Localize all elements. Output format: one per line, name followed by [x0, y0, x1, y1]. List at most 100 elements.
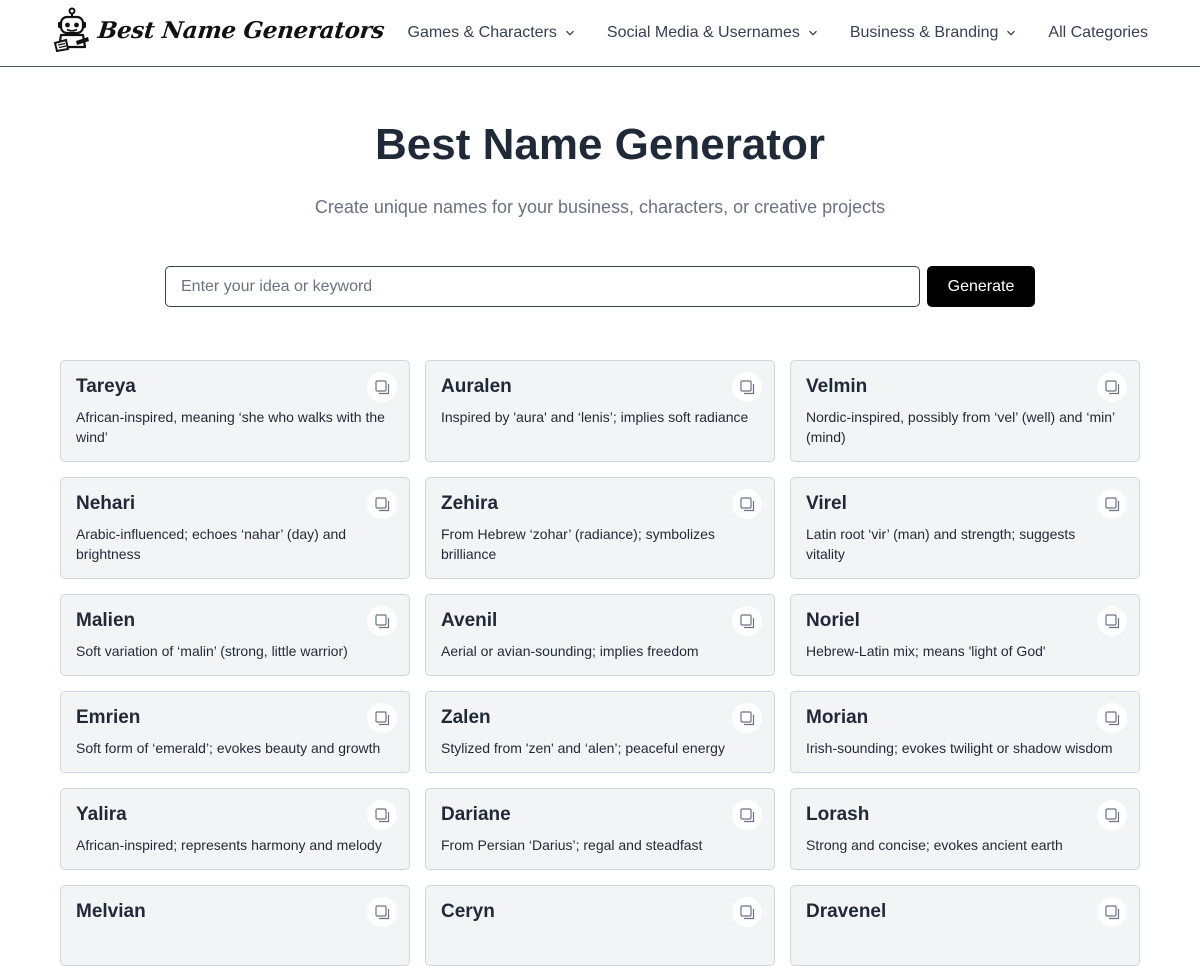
- copy-icon: [374, 613, 389, 628]
- site-logo[interactable]: Best Name Generators: [52, 7, 386, 53]
- name-card: Melvian: [60, 885, 410, 966]
- copy-button[interactable]: [367, 606, 397, 636]
- name-card: Lorash Strong and concise; evokes ancient…: [790, 788, 1140, 870]
- name-card-description: Nordic-inspired, possibly from ‘vel’ (we…: [806, 409, 1115, 445]
- chevron-down-icon: [808, 30, 817, 36]
- generate-button[interactable]: Generate: [927, 266, 1035, 307]
- copy-icon: [374, 710, 389, 725]
- copy-button[interactable]: [367, 897, 397, 927]
- copy-icon: [374, 379, 389, 394]
- copy-button[interactable]: [367, 703, 397, 733]
- copy-button[interactable]: [367, 800, 397, 830]
- name-card: Velmin Nordic-inspired, possibly from ‘ve…: [790, 360, 1140, 462]
- name-card: Emrien Soft form of ‘emerald’; evokes bea…: [60, 691, 410, 773]
- name-card: Tareya African-inspired, meaning ‘she who…: [60, 360, 410, 462]
- name-card-description: Strong and concise; evokes ancient earth: [806, 837, 1063, 853]
- copy-button[interactable]: [732, 489, 762, 519]
- name-card-description: From Hebrew ‘zohar’ (radiance); symboliz…: [441, 526, 715, 562]
- name-card-title: Melvian: [76, 901, 146, 922]
- name-card-description: Irish-sounding; evokes twilight or shado…: [806, 740, 1113, 756]
- nav-item-social-media-usernames[interactable]: Social Media & Usernames: [607, 24, 818, 42]
- name-card: Dravenel: [790, 885, 1140, 966]
- logo-text: Best Name Generators: [96, 16, 386, 44]
- copy-button[interactable]: [1097, 489, 1127, 519]
- copy-button[interactable]: [732, 703, 762, 733]
- copy-icon: [374, 807, 389, 822]
- name-card-title: Avenil: [441, 610, 498, 631]
- name-card-title: Morian: [806, 707, 869, 728]
- robot-logo-icon: [53, 7, 89, 53]
- copy-button[interactable]: [1097, 606, 1127, 636]
- copy-button[interactable]: [1097, 372, 1127, 402]
- name-card-title: Emrien: [76, 707, 141, 728]
- name-card: Noriel Hebrew-Latin mix; means 'light of …: [790, 594, 1140, 676]
- copy-button[interactable]: [1097, 703, 1127, 733]
- name-card-title: Dravenel: [806, 901, 887, 922]
- nav-item-business-branding[interactable]: Business & Branding: [850, 24, 1017, 42]
- name-card: Zalen Stylized from 'zen' and ‘alen’; pea…: [425, 691, 775, 773]
- name-card-title: Tareya: [76, 376, 136, 397]
- name-card-description: Soft variation of ‘malin’ (strong, littl…: [76, 643, 348, 659]
- page-subtitle: Create unique names for your business, c…: [314, 197, 886, 217]
- copy-icon: [1104, 613, 1119, 628]
- copy-icon: [1104, 379, 1119, 394]
- copy-button[interactable]: [367, 489, 397, 519]
- copy-icon: [1104, 710, 1119, 725]
- name-card-title: Ceryn: [441, 901, 495, 922]
- name-card-description: Hebrew-Latin mix; means 'light of God': [806, 643, 1046, 659]
- name-card-description: Stylized from 'zen' and ‘alen’; peaceful…: [441, 740, 725, 756]
- copy-icon: [374, 904, 389, 919]
- chevron-down-icon: [1007, 30, 1016, 36]
- name-card: Auralen Inspired by 'aura' and ‘lenis’; i…: [425, 360, 775, 462]
- name-results-grid: Tareya African-inspired, meaning ‘she who…: [60, 360, 1140, 966]
- site-header: Best Name Generators Games & Characters …: [0, 0, 1200, 67]
- nav-item-all-categories[interactable]: All Categories: [1048, 24, 1148, 42]
- copy-icon: [739, 613, 754, 628]
- name-card-title: Noriel: [806, 610, 860, 631]
- copy-icon: [739, 710, 754, 725]
- copy-icon: [1104, 904, 1119, 919]
- name-card-description: African-inspired; represents harmony and…: [76, 837, 382, 853]
- name-card: Zehira From Hebrew ‘zohar’ (radiance); sy…: [425, 477, 775, 579]
- name-card-title: Dariane: [441, 804, 511, 825]
- copy-button[interactable]: [1097, 800, 1127, 830]
- name-card-description: Inspired by 'aura' and ‘lenis’; implies …: [441, 409, 749, 425]
- keyword-input[interactable]: [165, 266, 920, 307]
- main-nav: Games & Characters Social Media & Userna…: [376, 0, 1149, 66]
- copy-icon: [739, 904, 754, 919]
- name-card-title: Zalen: [441, 707, 491, 728]
- name-card-description: From Persian ‘Darius’; regal and steadfa…: [441, 837, 703, 853]
- name-card-description: Soft form of ‘emerald’; evokes beauty an…: [76, 740, 381, 756]
- nav-item-label: All Categories: [1048, 24, 1148, 41]
- copy-icon: [1104, 807, 1119, 822]
- copy-icon: [739, 807, 754, 822]
- chevron-down-icon: [565, 30, 574, 36]
- name-card: Nehari Arabic-influenced; echoes ‘nahar’ …: [60, 477, 410, 579]
- name-card: Dariane From Persian ‘Darius’; regal and …: [425, 788, 775, 870]
- nav-item-label: Games & Characters: [407, 24, 557, 41]
- copy-button[interactable]: [732, 606, 762, 636]
- name-card: Avenil Aerial or avian-sounding; implies …: [425, 594, 775, 676]
- copy-icon: [1104, 496, 1119, 511]
- nav-item-games-characters[interactable]: Games & Characters: [408, 24, 575, 42]
- copy-button[interactable]: [367, 372, 397, 402]
- copy-button[interactable]: [732, 372, 762, 402]
- search-form: Generate: [165, 266, 1035, 307]
- name-card-description: Arabic-influenced; echoes ‘nahar’ (day) …: [76, 526, 347, 562]
- nav-item-label: Business & Branding: [849, 24, 999, 41]
- copy-icon: [374, 496, 389, 511]
- copy-button[interactable]: [1097, 897, 1127, 927]
- name-card: Yalira African-inspired; represents harmo…: [60, 788, 410, 870]
- name-card-title: Yalira: [76, 804, 127, 825]
- nav-item-label: Social Media & Usernames: [606, 24, 800, 41]
- name-card-title: Auralen: [441, 376, 512, 397]
- name-card: Malien Soft variation of ‘malin’ (strong,…: [60, 594, 410, 676]
- name-card-description: African-inspired, meaning ‘she who walks…: [76, 409, 385, 445]
- copy-button[interactable]: [732, 897, 762, 927]
- name-card: Ceryn: [425, 885, 775, 966]
- copy-icon: [739, 496, 754, 511]
- copy-button[interactable]: [732, 800, 762, 830]
- name-card-title: Lorash: [806, 804, 870, 825]
- name-card-title: Zehira: [441, 493, 499, 514]
- page-title: Best Name Generator: [375, 120, 825, 169]
